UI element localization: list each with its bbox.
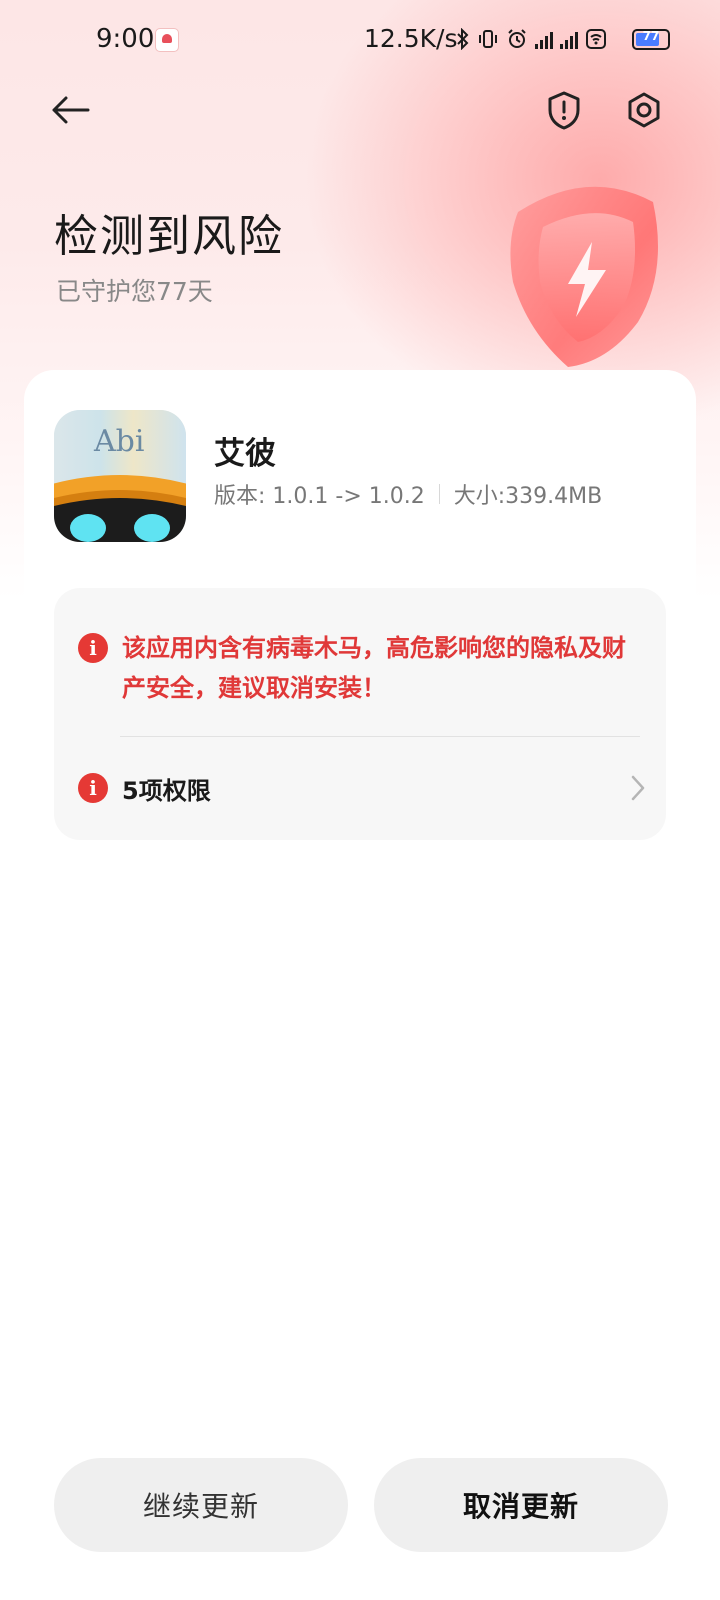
app-icon-text: Abi: [94, 424, 145, 459]
shield-lightning-icon: [510, 186, 658, 367]
permissions-label: 5项权限: [122, 776, 211, 805]
virus-warning: i 该应用内含有病毒木马，高危影响您的隐私及财产安全，建议取消安装！: [78, 628, 638, 708]
chevron-right-icon: [631, 775, 645, 801]
status-bar: 9:00 12.5K/s 77: [0, 0, 720, 80]
page-title: 检测到风险: [54, 211, 284, 262]
warning-icon: i: [78, 633, 108, 663]
network-speed: 12.5K/s: [364, 24, 458, 53]
alarm-icon: [508, 29, 526, 48]
continue-update-button[interactable]: 继续更新: [54, 1458, 348, 1552]
health-app-icon: [155, 28, 179, 52]
app-version: 版本: 1.0.1 -> 1.0.2: [214, 484, 425, 509]
cancel-update-button[interactable]: 取消更新: [374, 1458, 668, 1552]
app-size: 大小:339.4MB: [453, 484, 603, 509]
signal-icon-sim2: [560, 29, 578, 49]
app-info-card: Abi 艾彼 版本: 1.0.1 -> 1.0.2 大小:339.4MB i 该…: [24, 370, 696, 840]
back-arrow-icon: [52, 96, 90, 124]
vibrate-icon: [479, 30, 497, 48]
security-button[interactable]: [536, 82, 592, 138]
risk-warning-panel: i 该应用内含有病毒木马，高危影响您的隐私及财产安全，建议取消安装！ i 5项权…: [54, 588, 666, 840]
meta-divider: [438, 484, 440, 504]
permissions-row[interactable]: i 5项权限: [78, 758, 645, 818]
divider: [120, 736, 640, 737]
shield-alert-icon: [548, 91, 580, 130]
settings-gear-icon: [628, 92, 660, 128]
app-meta: 版本: 1.0.1 -> 1.0.2 大小:339.4MB: [214, 478, 602, 510]
bluetooth-icon: [457, 28, 469, 50]
virus-warning-text: 该应用内含有病毒木马，高危影响您的隐私及财产安全，建议取消安装！: [122, 634, 626, 702]
wifi-icon: [586, 29, 606, 49]
top-navigation: [0, 80, 720, 160]
permissions-warning-icon: i: [78, 773, 108, 803]
protection-days: 已守护您77天: [56, 277, 213, 306]
app-icon: Abi: [54, 410, 186, 542]
battery-level: 77: [642, 29, 660, 43]
settings-button[interactable]: [616, 82, 672, 138]
status-time: 9:00: [96, 24, 155, 54]
signal-icon-sim1: [535, 29, 553, 49]
app-name: 艾彼: [214, 436, 276, 472]
battery-icon: 77: [632, 29, 670, 50]
back-button[interactable]: [42, 82, 98, 138]
risk-shield-illustration: [488, 172, 678, 372]
status-icons: [456, 28, 607, 50]
